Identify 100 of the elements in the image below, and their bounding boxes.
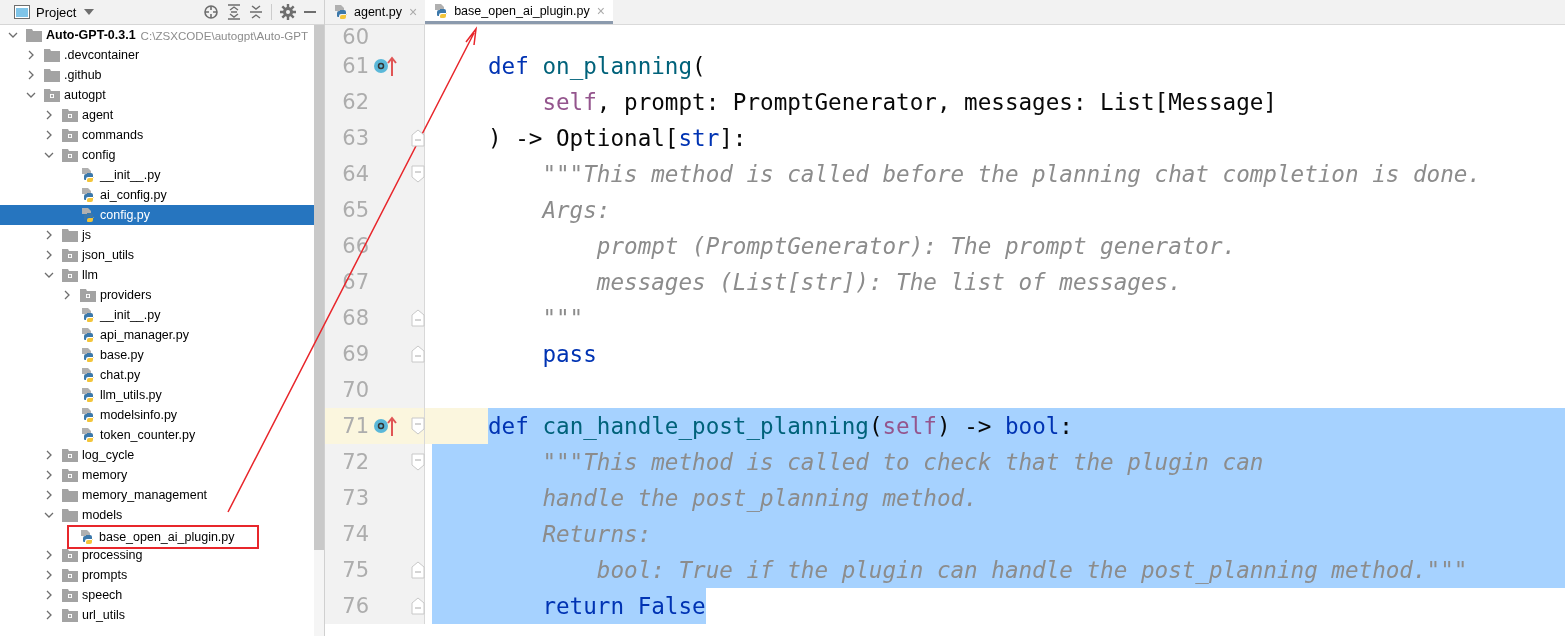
fold-marker-icon[interactable]	[411, 417, 425, 435]
line-number: 72	[341, 450, 369, 474]
tree-item[interactable]: memory_management	[82, 488, 208, 502]
tree-item[interactable]: memory	[82, 468, 128, 482]
tree-item[interactable]: url_utils	[82, 608, 126, 622]
tree-item[interactable]: llm_utils.py	[100, 388, 162, 402]
package-folder-icon	[62, 608, 78, 622]
line-number: 61	[341, 54, 369, 78]
chevron-right-icon[interactable]	[44, 570, 54, 580]
override-marker-icon[interactable]	[373, 415, 397, 437]
python-file-icon	[80, 407, 96, 423]
tree-item[interactable]: base.py	[100, 348, 144, 362]
chevron-right-icon[interactable]	[44, 610, 54, 620]
tree-item[interactable]: log_cycle	[82, 448, 135, 462]
package-folder-icon	[62, 268, 78, 282]
chevron-down-icon[interactable]	[8, 30, 18, 40]
tree-item[interactable]: config	[82, 148, 116, 162]
settings-icon[interactable]	[280, 4, 296, 20]
folder-icon	[62, 508, 78, 522]
python-file-icon	[80, 207, 96, 223]
chevron-down-icon[interactable]	[44, 150, 54, 160]
project-path: C:\ZSXCODE\autogpt\Auto-GPT	[140, 28, 309, 42]
fold-marker-icon[interactable]	[411, 165, 425, 183]
chevron-right-icon[interactable]	[26, 70, 36, 80]
tree-item[interactable]: token_counter.py	[100, 428, 196, 442]
package-folder-icon	[62, 248, 78, 262]
fold-marker-icon[interactable]	[411, 561, 425, 579]
tree-item[interactable]: llm	[82, 268, 98, 282]
expand-all-icon[interactable]	[227, 4, 241, 20]
tree-item[interactable]: .github	[64, 68, 102, 82]
tree-item[interactable]: base_open_ai_plugin.py	[99, 530, 235, 544]
tree-item[interactable]: commands	[82, 128, 144, 142]
code-line: handle the post_planning method.	[541, 484, 978, 514]
tree-item[interactable]: __init__.py	[100, 308, 161, 322]
python-file-icon	[80, 367, 96, 383]
code-line: prompt (PromptGenerator): The prompt generator.	[595, 232, 1237, 261]
tree-item[interactable]: config.py	[100, 208, 151, 222]
fold-marker-icon[interactable]	[411, 597, 425, 615]
python-file-icon	[433, 2, 450, 19]
chevron-right-icon[interactable]	[44, 470, 54, 480]
collapse-all-icon[interactable]	[249, 4, 263, 20]
tree-item[interactable]: api_manager.py	[100, 328, 189, 342]
chevron-right-icon[interactable]	[44, 550, 54, 560]
package-folder-icon	[62, 588, 78, 602]
editor-tab[interactable]: agent.py ×	[325, 0, 426, 24]
tree-item[interactable]: modelsinfo.py	[100, 408, 178, 422]
chevron-right-icon[interactable]	[44, 450, 54, 460]
tree-item[interactable]: .devcontainer	[64, 48, 140, 62]
tree-item[interactable]: chat.py	[100, 368, 141, 382]
code-line: self, prompt: PromptGenerator, messages: List[Message]	[541, 88, 1277, 117]
tree-item[interactable]: autogpt	[64, 88, 106, 102]
line-number: 68	[341, 306, 369, 330]
chevron-right-icon[interactable]	[26, 50, 36, 60]
fold-marker-icon[interactable]	[411, 453, 425, 471]
python-file-icon	[80, 187, 96, 203]
tree-item[interactable]: agent	[82, 108, 114, 122]
fold-marker-icon[interactable]	[411, 309, 425, 327]
line-number: 60	[341, 25, 369, 48]
chevron-down-icon[interactable]	[44, 510, 54, 520]
chevron-right-icon[interactable]	[44, 250, 54, 260]
chevron-down-icon[interactable]	[44, 270, 54, 280]
chevron-right-icon[interactable]	[44, 490, 54, 500]
folder-icon	[44, 48, 60, 62]
tree-item[interactable]: prompts	[82, 568, 128, 582]
editor-tab[interactable]: base_open_ai_plugin.py ×	[425, 0, 613, 24]
chevron-right-icon[interactable]	[62, 290, 72, 300]
folder-icon	[44, 68, 60, 82]
code-line: """This method is called before the planning chat completion is done.	[541, 160, 1481, 189]
override-marker-icon[interactable]	[373, 55, 397, 77]
code-line: pass	[541, 340, 597, 369]
code-line: bool: True if the plugin can handle the post_planning method."""	[595, 556, 1468, 586]
tree-item[interactable]: speech	[82, 588, 123, 602]
tree-item[interactable]: processing	[82, 548, 143, 562]
tree-item[interactable]: __init__.py	[100, 168, 161, 182]
package-folder-icon	[44, 88, 60, 102]
package-folder-icon	[80, 288, 96, 302]
chevron-right-icon[interactable]	[44, 590, 54, 600]
code-line: ) -> Optional[str]:	[488, 124, 747, 153]
python-file-icon	[80, 327, 96, 343]
tree-item[interactable]: ai_config.py	[100, 188, 167, 202]
chevron-right-icon[interactable]	[44, 230, 54, 240]
line-number: 74	[341, 522, 369, 546]
fold-marker-icon[interactable]	[411, 345, 425, 363]
locate-icon[interactable]	[203, 4, 219, 20]
fold-marker-icon[interactable]	[411, 129, 425, 147]
line-number: 62	[341, 90, 369, 114]
line-number: 73	[341, 486, 369, 510]
python-file-icon	[80, 387, 96, 403]
tree-item[interactable]: js	[82, 228, 92, 242]
chevron-right-icon[interactable]	[44, 130, 54, 140]
tree-item[interactable]: models	[82, 508, 123, 522]
package-folder-icon	[62, 108, 78, 122]
python-file-icon	[333, 4, 349, 20]
chevron-right-icon[interactable]	[44, 110, 54, 120]
chevron-down-icon[interactable]	[26, 90, 36, 100]
tree-item[interactable]: providers	[100, 288, 152, 302]
dropdown-caret-icon[interactable]	[84, 9, 95, 15]
folder-icon	[62, 228, 78, 242]
tree-item[interactable]: json_utils	[82, 248, 135, 262]
tree-item[interactable]: Auto-GPT-0.3.1	[46, 28, 136, 42]
